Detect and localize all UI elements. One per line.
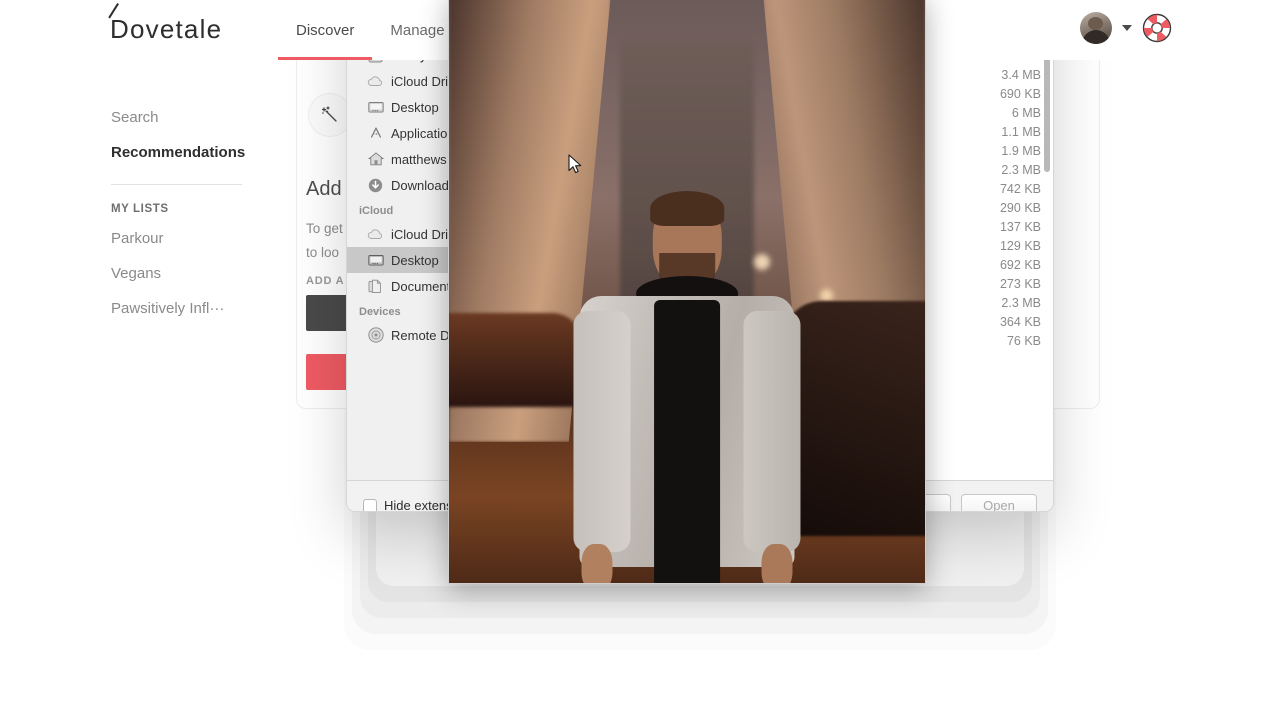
hand-left	[581, 544, 613, 583]
mouse-cursor	[568, 154, 582, 174]
file-size: 742 KB	[999, 181, 1041, 196]
hide-extension-label: Hide extensi	[384, 498, 456, 512]
applications-icon	[367, 125, 384, 142]
tab-discover[interactable]: Discover	[278, 0, 373, 60]
file-size: 692 KB	[999, 257, 1041, 272]
sidebar-item-pawsitively[interactable]: Pawsitively Infl···	[111, 291, 261, 326]
downloads-icon	[367, 177, 384, 194]
file-size: 137 KB	[999, 219, 1041, 234]
sidebar-item-label: Applicatio	[391, 125, 448, 141]
checkbox-box	[363, 498, 377, 511]
remote-disc-icon	[367, 327, 384, 344]
field-label: ADD A	[306, 275, 345, 287]
file-size: 364 KB	[999, 314, 1041, 329]
brand-initial: D	[110, 14, 130, 44]
file-size: 273 KB	[999, 276, 1041, 291]
file-size: 690 KB	[999, 86, 1041, 101]
cloud-icon	[367, 73, 384, 90]
sidebar-item-label: Remote D	[391, 327, 450, 343]
sidebar-item-label: Desktop	[391, 99, 439, 115]
sidebar-item-recommendations[interactable]: Recommendations	[111, 135, 261, 170]
desktop-icon	[367, 99, 384, 116]
sidebar-item-label: iCloud Dri	[391, 73, 449, 89]
sidebar-item-label: Download	[391, 177, 449, 193]
file-size: 1.9 MB	[1001, 143, 1041, 158]
sidebar-item-parkour[interactable]: Parkour	[111, 221, 261, 256]
sleeve-right	[743, 311, 801, 552]
screen: Add To get to loo t ADD A AD CO Dovetale…	[0, 0, 1280, 720]
home-icon	[367, 151, 384, 168]
brand-name: ovetale	[129, 14, 223, 44]
drag-image-preview[interactable]	[448, 0, 926, 584]
sidebar: Search Recommendations MY LISTS Parkour …	[111, 100, 261, 326]
brand-logo: Dovetale	[110, 14, 222, 45]
hide-extension-checkbox[interactable]: Hide extensi	[363, 498, 456, 512]
sidebar-item-label: Document	[391, 278, 451, 294]
header-actions	[1080, 12, 1172, 44]
file-size: 76 KB	[1006, 333, 1041, 348]
person-subject	[558, 191, 815, 583]
sleeve-left	[573, 311, 631, 552]
avatar[interactable]	[1080, 12, 1112, 44]
sidebar-divider	[111, 184, 242, 185]
card-title: Add	[306, 178, 342, 200]
cloud-icon	[367, 226, 384, 243]
file-size: 3.4 MB	[1001, 67, 1041, 82]
documents-icon	[367, 278, 384, 295]
life-ring-icon[interactable]	[1142, 13, 1172, 43]
file-size: 290 KB	[999, 200, 1041, 215]
file-size: 2.3 MB	[1001, 295, 1041, 310]
shirt	[653, 299, 721, 583]
sidebar-item-label: Desktop	[391, 252, 439, 268]
hair	[649, 191, 725, 226]
sidebar-section-my-lists: MY LISTS	[111, 203, 169, 215]
hand-right	[761, 544, 793, 583]
file-size: 1.1 MB	[1001, 124, 1041, 139]
sidebar-item-label: matthews	[391, 151, 447, 167]
top-navigation: Discover Manage	[278, 0, 463, 60]
chevron-down-icon[interactable]	[1122, 25, 1132, 31]
desktop-icon	[367, 252, 384, 269]
sidebar-item-label: iCloud Dri	[391, 226, 449, 242]
sidebar-item-search[interactable]: Search	[111, 100, 261, 135]
open-button[interactable]: Open	[961, 493, 1037, 511]
file-size: 129 KB	[999, 238, 1041, 253]
file-size: 6 MB	[1011, 105, 1041, 120]
file-size: 2.3 MB	[1001, 162, 1041, 177]
sidebar-item-vegans[interactable]: Vegans	[111, 256, 261, 291]
